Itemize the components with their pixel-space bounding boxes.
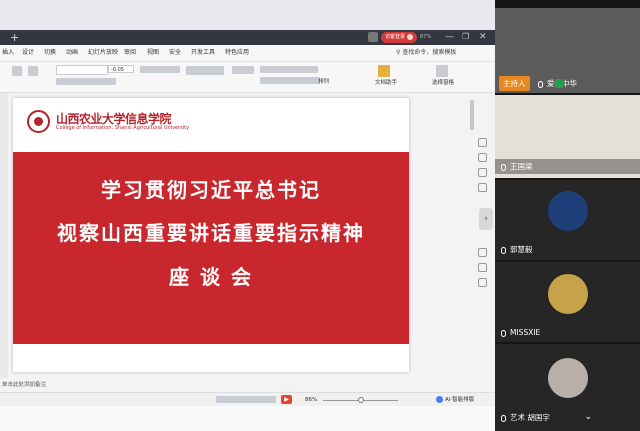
paste-icon[interactable] [12, 66, 22, 76]
login-button[interactable]: 访客登录 [381, 32, 417, 43]
font-size-buttons[interactable] [140, 66, 180, 73]
vertical-scrollbar[interactable] [470, 100, 474, 130]
participant-tile[interactable]: 郭慧毅 [495, 180, 640, 260]
slide-title-line3: 座 谈 会 [169, 265, 253, 289]
mic-icon [537, 80, 543, 88]
design-icon[interactable] [478, 153, 487, 162]
font-style-buttons[interactable] [56, 78, 116, 85]
command-search[interactable]: ⚲ 查找命令、搜索模板 [396, 45, 456, 61]
paragraph-buttons[interactable] [260, 66, 318, 73]
zoom-slider-handle[interactable] [358, 397, 364, 403]
menu-view[interactable]: 视图 [147, 45, 159, 61]
screen-share-icon [555, 79, 564, 88]
mic-icon [501, 163, 506, 171]
menu-transition[interactable]: 切换 [44, 45, 56, 61]
avatar [548, 274, 588, 314]
host-badge: 主持人 [499, 76, 530, 91]
participant-name: 艺术 胡国宇 [510, 413, 550, 422]
menu-developer[interactable]: 开发工具 [191, 45, 215, 61]
font-name-select[interactable] [56, 65, 108, 75]
menu-design[interactable]: 设计 [22, 45, 34, 61]
menu-slideshow[interactable]: 幻灯片放映 [88, 45, 118, 61]
avatar [548, 358, 588, 398]
menu-animation[interactable]: 动画 [66, 45, 78, 61]
comment-icon[interactable] [478, 263, 487, 272]
university-seal-logo [27, 110, 50, 133]
participant-namebar: 王国梁 [495, 159, 640, 174]
text-box-button[interactable] [186, 66, 224, 75]
notes-area[interactable]: 单击此处添加备注 [0, 378, 470, 392]
ai-layout-button[interactable]: AI·智能排版 [436, 393, 474, 407]
arrange-button[interactable]: 排列 [318, 77, 329, 85]
slide-title-line2: 视察山西重要讲话重要指示精神 [57, 221, 365, 245]
login-label: 访客登录 [384, 34, 405, 40]
participant-tile[interactable]: MISSXIE [495, 262, 640, 342]
menu-review[interactable]: 审阅 [124, 45, 136, 61]
play-slideshow-button[interactable]: ▶ [281, 395, 292, 404]
thumbnail-strip[interactable] [0, 93, 8, 385]
mic-icon [501, 414, 506, 422]
zoom-level: 86% [305, 397, 318, 403]
participant-tile-host[interactable]: 主持人 爱我中华 [495, 8, 640, 93]
participant-namebar: MISSXIE [495, 325, 640, 340]
help-icon[interactable] [478, 278, 487, 287]
ai-icon [436, 396, 443, 403]
menu-features[interactable]: 特色应用 [225, 45, 249, 61]
title-area [0, 0, 495, 30]
participant-namebar: 郭慧毅 [495, 242, 640, 257]
participant-name: 郭慧毅 [510, 245, 533, 254]
search-label: 查找命令、搜索模板 [402, 49, 457, 56]
participant-tile[interactable]: 王国梁 [495, 95, 640, 178]
avatar [548, 191, 588, 231]
format-painter-icon[interactable] [28, 66, 38, 76]
transition-icon[interactable] [478, 183, 487, 192]
font-size-input[interactable]: -0.05 [108, 65, 134, 73]
vip-label: 87% [420, 34, 432, 40]
menu-insert[interactable]: 插入 [2, 45, 14, 61]
logo-english-text: College of Information, Shanxi Agricultu… [56, 125, 190, 131]
view-mode-buttons[interactable] [216, 396, 276, 403]
property-icon[interactable] [478, 138, 487, 147]
new-tab-button[interactable]: + [10, 30, 19, 45]
user-icon [407, 33, 413, 40]
participant-tile[interactable]: 艺术 胡国宇 ⌄ [495, 344, 640, 431]
select-pane-label: 选择窗格 [432, 80, 455, 86]
doc-helper-icon[interactable] [378, 65, 390, 77]
ribbon-toolbar: -0.05 排列 文档助手 选择窗格 [0, 62, 495, 93]
chevron-down-icon[interactable]: ⌄ [584, 410, 592, 425]
collapse-panel-button[interactable]: › [479, 208, 493, 230]
participant-name: 王国梁 [510, 162, 533, 171]
ai-label: AI·智能排版 [445, 397, 475, 403]
mic-icon [501, 246, 506, 254]
title-banner: 学习贯彻习近平总书记 视察山西重要讲话重要指示精神 座 谈 会 [13, 152, 409, 344]
maximize-button[interactable]: ❐ [462, 30, 469, 44]
presentation-app: + 访客登录 87% — ❐ ✕ 插入 设计 切换 动画 幻灯片放映 审阅 视图… [0, 0, 495, 431]
alignment-buttons[interactable] [260, 77, 320, 84]
animation-icon[interactable] [478, 168, 487, 177]
doc-helper-label: 文档助手 [375, 80, 398, 86]
window-bottom [0, 406, 495, 431]
menu-bar: 插入 设计 切换 动画 幻灯片放映 审阅 视图 安全 开发工具 特色应用 ⚲ 查… [0, 45, 495, 62]
participant-namebar: 主持人 爱我中华 [495, 76, 640, 91]
slide-title-line1: 学习贯彻习近平总书记 [101, 178, 321, 202]
shape-gallery[interactable] [232, 66, 254, 74]
minimize-button[interactable]: — [445, 30, 454, 44]
select-pane-icon[interactable] [436, 65, 448, 77]
menu-security[interactable]: 安全 [169, 45, 181, 61]
slide-canvas[interactable]: 山西农业大学信息学院 College of Information, Shanx… [13, 98, 409, 372]
participant-name: MISSXIE [510, 328, 541, 337]
close-button[interactable]: ✕ [479, 30, 487, 44]
tab-strip: + 访客登录 87% — ❐ ✕ [0, 30, 495, 45]
status-bar: ▶ 86% AI·智能排版 [0, 392, 495, 407]
participant-namebar: 艺术 胡国宇 ⌄ [495, 410, 640, 425]
side-toolbar [470, 93, 495, 385]
window-layout-icon[interactable] [368, 32, 378, 42]
mic-icon [501, 329, 506, 337]
share-icon[interactable] [478, 248, 487, 257]
participant-panel: 主持人 爱我中华 王国梁 郭慧毅 MISSXIE 艺术 胡国宇 ⌄ [495, 0, 640, 431]
